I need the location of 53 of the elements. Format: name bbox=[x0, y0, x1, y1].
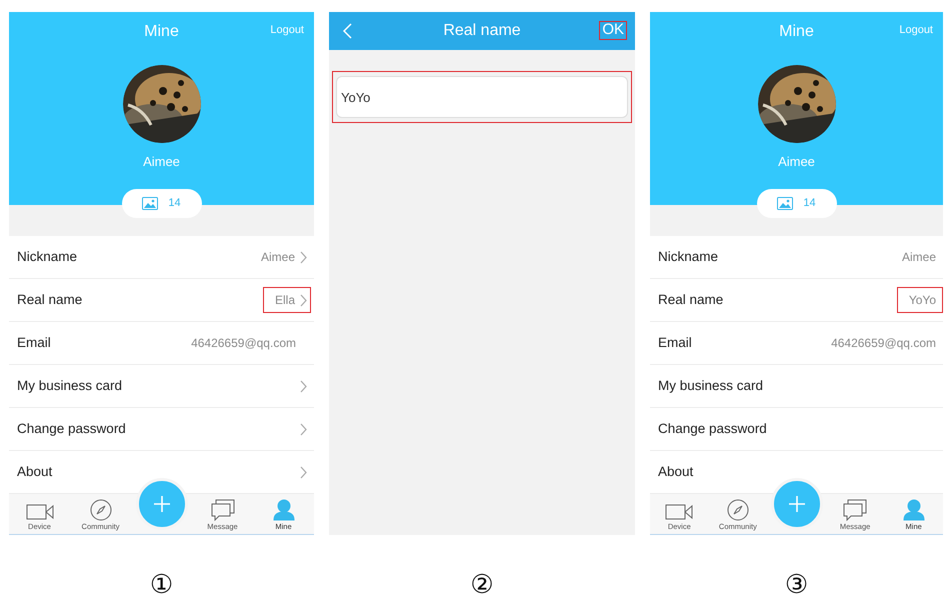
settings-row[interactable]: Email 46426659@qq.com bbox=[650, 322, 943, 365]
row-label: My business card bbox=[658, 376, 764, 395]
person-icon bbox=[272, 498, 294, 521]
row-label: About bbox=[658, 462, 694, 481]
back-icon bbox=[343, 23, 352, 39]
screen-title: Mine bbox=[779, 22, 814, 42]
row-label: Email bbox=[17, 334, 52, 352]
row-label: Nickname bbox=[658, 248, 720, 266]
settings-row[interactable]: Change password bbox=[650, 408, 943, 451]
chat-icon bbox=[210, 498, 234, 521]
row-value: Aimee bbox=[902, 249, 936, 266]
row-label: About bbox=[17, 462, 54, 481]
settings-row[interactable]: Real name Ella bbox=[9, 279, 314, 322]
user-name: Aimee bbox=[778, 153, 815, 171]
row-value: YoYo bbox=[908, 292, 936, 309]
step-number: ③ bbox=[784, 572, 808, 598]
image-icon bbox=[777, 197, 794, 210]
settings-row[interactable]: About bbox=[650, 451, 943, 494]
user-name: Aimee bbox=[143, 153, 180, 171]
row-value: Aimee bbox=[260, 249, 295, 266]
screen-title: Real name bbox=[443, 21, 521, 41]
image-icon bbox=[142, 197, 158, 210]
name-input[interactable]: YoYo bbox=[336, 76, 628, 118]
row-label: Nickname bbox=[17, 248, 78, 266]
step-number: ② bbox=[470, 572, 494, 598]
compass-icon bbox=[726, 498, 749, 521]
row-value: 46426659@qq.com bbox=[831, 335, 936, 352]
settings-row[interactable]: My business card bbox=[9, 365, 314, 408]
back-button[interactable] bbox=[343, 23, 352, 39]
row-label: Real name bbox=[658, 290, 724, 309]
row-label: Change password bbox=[658, 420, 768, 438]
plus-icon bbox=[152, 495, 170, 513]
settings-row[interactable]: Email 46426659@qq.com bbox=[9, 322, 314, 365]
row-value: Ella bbox=[274, 292, 295, 309]
screen-title: Mine bbox=[144, 22, 179, 42]
settings-row[interactable]: Real name YoYo bbox=[650, 279, 943, 322]
camera-icon bbox=[26, 502, 54, 521]
settings-row[interactable]: About bbox=[9, 451, 314, 494]
chat-icon bbox=[843, 498, 868, 521]
row-label: Real name bbox=[17, 290, 84, 309]
row-label: My business card bbox=[17, 376, 124, 395]
settings-row[interactable]: Change password bbox=[9, 408, 314, 451]
camera-icon bbox=[665, 502, 694, 521]
row-label: Email bbox=[658, 334, 693, 352]
row-value: 46426659@qq.com bbox=[191, 335, 296, 352]
person-icon bbox=[902, 498, 925, 521]
settings-row[interactable]: Nickname Aimee bbox=[650, 236, 943, 279]
settings-row[interactable]: Nickname Aimee bbox=[9, 236, 314, 279]
plus-icon bbox=[788, 495, 806, 513]
compass-icon bbox=[90, 498, 112, 521]
settings-row[interactable]: My business card bbox=[650, 365, 943, 408]
step-number: ① bbox=[150, 572, 174, 598]
row-label: Change password bbox=[17, 420, 127, 438]
